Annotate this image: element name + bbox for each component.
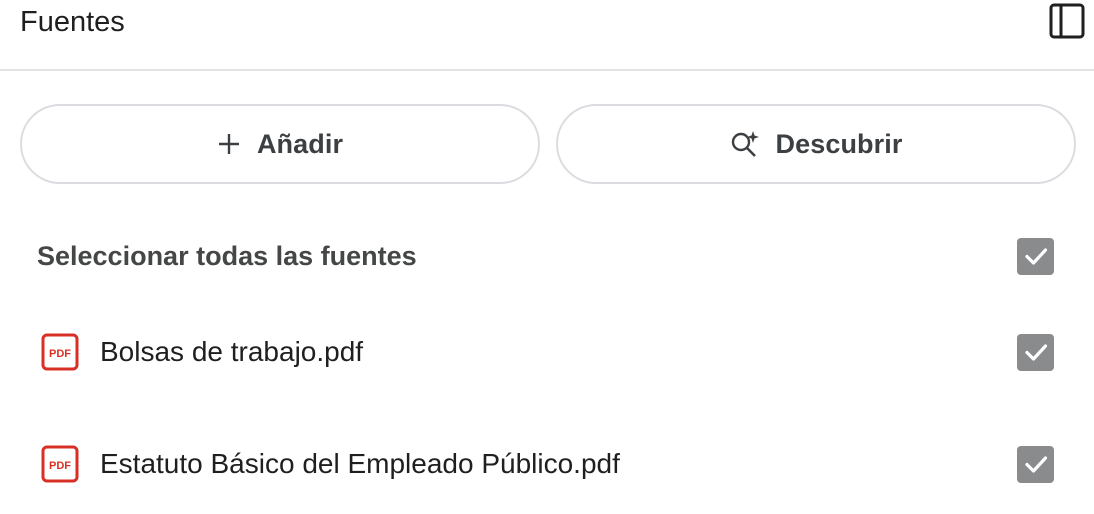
select-all-label: Seleccionar todas las fuentes: [37, 240, 417, 271]
pdf-icon: PDF: [41, 333, 79, 371]
svg-text:PDF: PDF: [49, 460, 71, 472]
svg-text:PDF: PDF: [49, 348, 71, 360]
discover-sources-label: Descubrir: [775, 128, 903, 159]
select-all-row[interactable]: Seleccionar todas las fuentes: [0, 226, 1094, 286]
checkmark-icon: [1024, 344, 1047, 361]
collapse-panel-button[interactable]: [1048, 3, 1086, 43]
source-checkbox[interactable]: [1017, 333, 1054, 371]
source-checkbox[interactable]: [1017, 445, 1054, 483]
checkmark-icon: [1024, 456, 1047, 473]
source-item[interactable]: PDF Estatuto Básico del Empleado Público…: [0, 434, 1094, 494]
panel-collapse-icon: [1049, 3, 1085, 44]
plus-icon: [217, 132, 241, 156]
sources-panel: Fuentes Añadir Descubrir Seleccionar tod…: [0, 0, 1094, 514]
add-source-label: Añadir: [256, 128, 344, 159]
select-all-checkbox[interactable]: [1017, 237, 1054, 275]
checkmark-icon: [1024, 248, 1047, 265]
discover-sources-button[interactable]: Descubrir: [556, 104, 1076, 184]
search-spark-icon: [730, 129, 760, 159]
panel-title: Fuentes: [20, 6, 125, 38]
pdf-icon: PDF: [41, 445, 79, 483]
source-name: Estatuto Básico del Empleado Público.pdf: [100, 448, 620, 479]
add-source-button[interactable]: Añadir: [20, 104, 540, 184]
source-item[interactable]: PDF Bolsas de trabajo.pdf: [0, 322, 1094, 382]
panel-header: Fuentes: [0, 0, 1094, 71]
source-name: Bolsas de trabajo.pdf: [100, 336, 364, 367]
